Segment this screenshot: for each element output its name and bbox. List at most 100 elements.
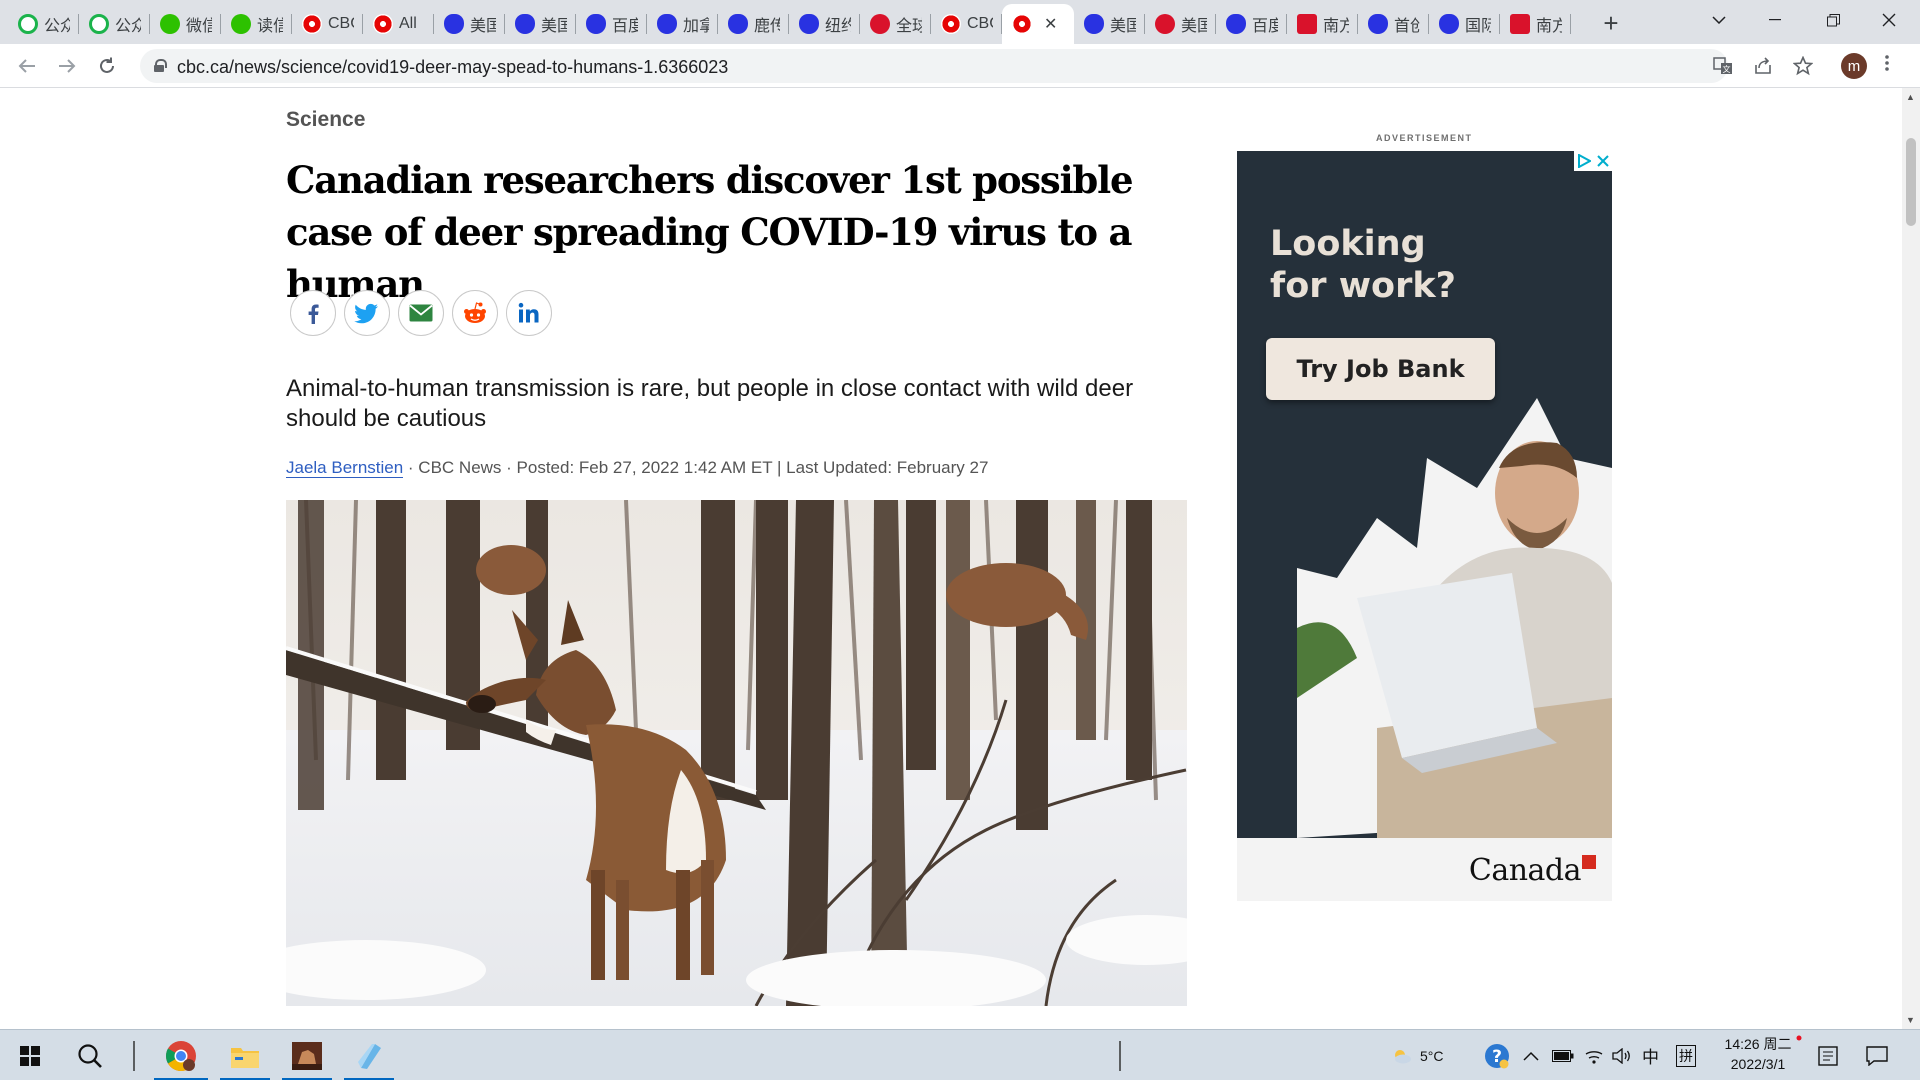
new-tab-button[interactable]: +	[1596, 8, 1626, 38]
tab-search-button[interactable]	[1696, 4, 1742, 36]
browser-tab[interactable]: 鹿传	[718, 4, 789, 44]
browser-tab[interactable]: CBC	[931, 4, 1002, 44]
ime-language[interactable]: 中	[1642, 1030, 1659, 1080]
restore-button[interactable]	[1810, 4, 1856, 36]
folder-icon	[231, 1047, 259, 1068]
job-bank-ad[interactable]: Looking for work? Try Job Bank Canada	[1237, 151, 1612, 901]
clock-time: 14:26 周二	[1724, 1036, 1792, 1052]
browser-tab[interactable]: 全球	[860, 4, 931, 44]
baidu-paw-icon	[444, 14, 464, 34]
minimize-button[interactable]	[1752, 4, 1798, 36]
green-ring-icon	[89, 14, 109, 34]
browser-tab[interactable]: 南方	[1500, 4, 1571, 44]
menu-kebab-icon[interactable]	[1885, 52, 1889, 78]
ad-person-illustration	[1297, 398, 1612, 838]
windows-taskbar: 5°C ? 中 拼 14:26 周二 2022/3/1	[0, 1029, 1920, 1080]
scroll-down-icon[interactable]: ▼	[1906, 1015, 1915, 1025]
twitter-icon	[354, 303, 378, 324]
network-tray[interactable]	[1584, 1030, 1604, 1080]
scroll-up-icon[interactable]: ▲	[1906, 92, 1915, 102]
share-reddit-button[interactable]	[452, 290, 498, 336]
baidu-paw-icon	[586, 14, 606, 34]
weather-widget[interactable]: 5°C	[1392, 1030, 1444, 1080]
tab-label: 首创	[1394, 18, 1420, 35]
tab-label: 公众	[115, 18, 141, 35]
browser-tab[interactable]: 公众	[8, 4, 79, 44]
wifi-icon	[1585, 1050, 1603, 1064]
green-ring-icon	[18, 14, 38, 34]
taskbar-photo-app[interactable]	[278, 1030, 336, 1080]
browser-tab[interactable]: 美国	[434, 4, 505, 44]
browser-tab[interactable]: 南方	[1287, 4, 1358, 44]
document-app-icon	[358, 1043, 381, 1069]
baidu-paw-icon	[515, 14, 535, 34]
taskbar-chrome[interactable]	[150, 1030, 212, 1080]
close-window-button[interactable]	[1866, 4, 1912, 36]
tab-strip: 公众 公众 微信 读信 CBC All 美国 美国 百度 加拿 鹿传 纽约 全球 CBC ✕ 美国 美国 百度 南方…	[0, 0, 1920, 44]
taskbar-file-explorer[interactable]	[216, 1030, 274, 1080]
browser-tab[interactable]: 首创	[1358, 4, 1429, 44]
browser-tab[interactable]: 纽约	[789, 4, 860, 44]
browser-tab[interactable]: 美国	[1074, 4, 1145, 44]
share-email-button[interactable]	[398, 290, 444, 336]
browser-tab[interactable]: 美国	[505, 4, 576, 44]
page-scrollbar[interactable]: ▲ ▼	[1902, 88, 1920, 1029]
try-job-bank-button[interactable]: Try Job Bank	[1266, 338, 1495, 400]
browser-tab[interactable]: CBC	[292, 4, 363, 44]
baidu-paw-icon	[1439, 14, 1459, 34]
browser-tab[interactable]: 百度	[576, 4, 647, 44]
bookmark-star-icon[interactable]	[1791, 54, 1815, 78]
ad-banner[interactable]: Looking for work? Try Job Bank	[1237, 151, 1612, 838]
taskbar-notes-app[interactable]	[340, 1030, 398, 1080]
notes-icon	[1818, 1045, 1838, 1066]
taskbar-clock[interactable]: 14:26 周二 2022/3/1	[1718, 1034, 1798, 1074]
battery-tray[interactable]	[1552, 1030, 1574, 1080]
baidu-paw-icon	[728, 14, 748, 34]
notification-dot-icon	[1796, 1030, 1802, 1080]
share-facebook-button[interactable]	[290, 290, 336, 336]
share-twitter-button[interactable]	[344, 290, 390, 336]
browser-tab[interactable]: 微信	[150, 4, 221, 44]
profile-avatar[interactable]: m	[1841, 53, 1867, 79]
article-headline: Canadian researchers discover 1st possib…	[286, 158, 1133, 306]
red-square-icon	[1510, 14, 1530, 34]
browser-tab[interactable]: 美国	[1145, 4, 1216, 44]
help-tray-icon[interactable]: ?	[1484, 1030, 1510, 1080]
volume-tray[interactable]	[1612, 1030, 1632, 1080]
ime-mode[interactable]: 拼	[1676, 1030, 1696, 1080]
show-hidden-icons-button[interactable]	[1523, 1030, 1539, 1080]
start-button[interactable]	[10, 1030, 50, 1080]
facebook-icon	[308, 304, 319, 324]
scroll-thumb[interactable]	[1906, 138, 1916, 226]
browser-tab[interactable]: 加拿	[647, 4, 718, 44]
tab-label: 美国	[470, 18, 496, 35]
forward-button[interactable]	[51, 50, 83, 82]
browser-tab[interactable]: 公众	[79, 4, 150, 44]
share-icon[interactable]	[1751, 54, 1775, 78]
browser-tab[interactable]: 读信	[221, 4, 292, 44]
back-button[interactable]	[11, 50, 43, 82]
baidu-paw-icon	[799, 14, 819, 34]
canada-flag-icon	[1582, 855, 1596, 869]
browser-tab[interactable]: 国际	[1429, 4, 1500, 44]
browser-tab[interactable]: All	[363, 4, 434, 44]
wechat-icon	[160, 14, 180, 34]
notes-tray[interactable]	[1818, 1030, 1838, 1080]
article-hero-image[interactable]	[286, 500, 1187, 1006]
address-bar[interactable]: cbc.ca/news/science/covid19-deer-may-spe…	[140, 49, 1728, 83]
section-label[interactable]: Science	[286, 108, 365, 132]
author-link[interactable]: Jaela Bernstien	[286, 458, 404, 478]
url-text[interactable]: cbc.ca/news/science/covid19-deer-may-spe…	[177, 57, 728, 78]
close-tab-icon[interactable]: ✕	[1044, 14, 1057, 34]
search-button[interactable]	[70, 1030, 110, 1080]
taskbar-divider	[126, 1030, 142, 1080]
ad-choices[interactable]	[1574, 151, 1612, 171]
action-center-button[interactable]	[1866, 1030, 1888, 1080]
share-linkedin-button[interactable]	[506, 290, 552, 336]
reload-button[interactable]	[91, 50, 123, 82]
translate-icon[interactable]: 文	[1711, 54, 1735, 78]
search-icon	[78, 1043, 102, 1068]
browser-tab[interactable]: ✕	[1002, 4, 1074, 44]
byline: Jaela Bernstien · CBC News · Posted: Feb…	[286, 458, 988, 478]
browser-tab[interactable]: 百度	[1216, 4, 1287, 44]
